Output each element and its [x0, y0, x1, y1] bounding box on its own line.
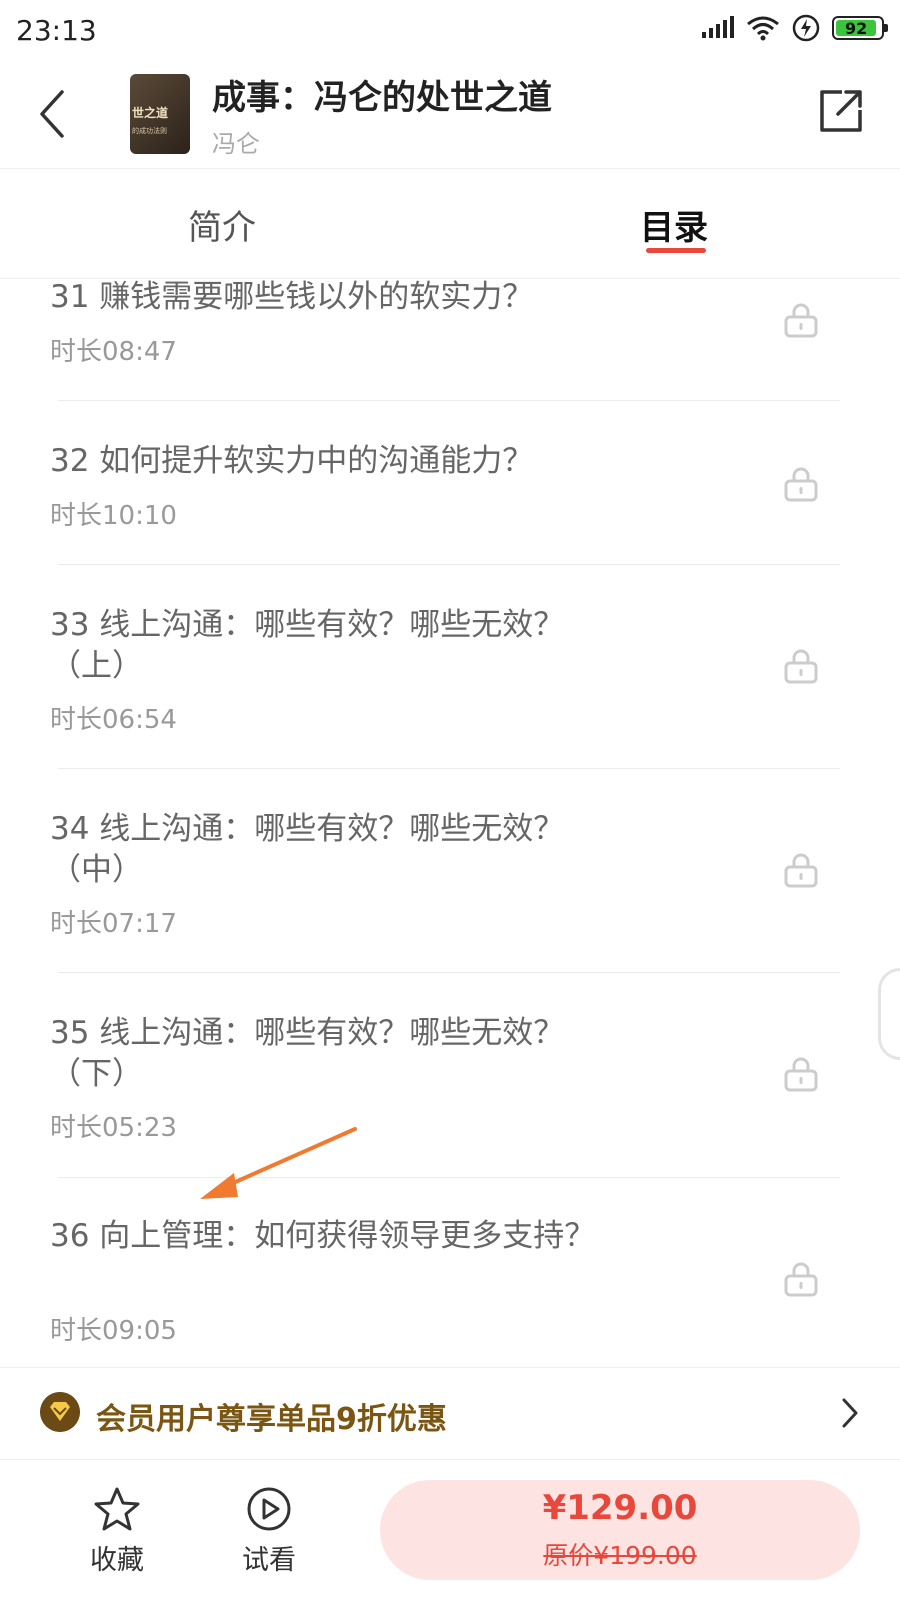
lock-icon [784, 1262, 818, 1297]
buy-button[interactable]: ¥129.00 原价¥199.00 [380, 1480, 860, 1580]
tab-intro[interactable]: 简介 [188, 200, 256, 249]
back-button[interactable] [30, 84, 74, 144]
promo-text: 会员用户尊享单品9折优惠 [96, 1402, 447, 1437]
chapter-title: 34 线上沟通：哪些有效？哪些无效？（中） [50, 811, 565, 888]
chapter-duration: 时长05:23 [50, 1113, 177, 1143]
scroll-handle[interactable] [878, 968, 900, 1060]
original-price: 原价¥199.00 [543, 1541, 697, 1570]
charging-icon [792, 14, 820, 42]
chapter-duration: 时长07:17 [50, 909, 177, 939]
member-discount-banner[interactable]: 会员用户尊享单品9折优惠 [0, 1367, 900, 1460]
chapter-item[interactable]: 32 如何提升软实力中的沟通能力？ 时长10:10 [0, 401, 900, 564]
chapter-item[interactable]: 33 线上沟通：哪些有效？哪些无效？（上） 时长06:54 [0, 565, 900, 768]
chapter-title: 33 线上沟通：哪些有效？哪些无效？（上） [50, 607, 565, 684]
trial-label: 试看 [242, 1545, 296, 1576]
tab-catalog[interactable]: 目录 [640, 200, 708, 249]
lock-icon [784, 1057, 818, 1092]
play-circle-icon [247, 1487, 291, 1531]
chapter-item[interactable]: 34 线上沟通：哪些有效？哪些无效？（中） 时长07:17 [0, 769, 900, 972]
battery-tip [884, 24, 888, 32]
book-title: 成事：冯仑的处世之道 [212, 78, 552, 118]
star-icon [94, 1487, 140, 1531]
chapter-duration: 时长09:05 [50, 1316, 177, 1346]
status-time: 23:13 [16, 14, 97, 47]
wifi-icon [747, 16, 779, 41]
favorite-label: 收藏 [90, 1545, 144, 1576]
lock-icon [784, 303, 818, 338]
trial-button[interactable]: 试看 [224, 1486, 314, 1577]
battery-level: 92 [836, 18, 877, 38]
chapter-title: 32 如何提升软实力中的沟通能力？ [50, 443, 534, 479]
chapter-item[interactable]: 35 线上沟通：哪些有效？哪些无效？（下） 时长05:23 [0, 973, 900, 1176]
signal-icon [702, 16, 734, 38]
chapter-duration: 时长06:54 [50, 705, 177, 735]
share-icon[interactable] [816, 86, 866, 136]
lock-icon [784, 467, 818, 502]
lock-icon [784, 649, 818, 684]
status-bar: 23:13 92 [0, 0, 900, 62]
favorite-button[interactable]: 收藏 [72, 1486, 162, 1577]
chapter-item[interactable]: 31 赚钱需要哪些钱以外的软实力？ 时长08:47 [0, 279, 900, 400]
cover-subtext: 的成功法则 [132, 127, 167, 135]
chapter-item[interactable]: 36 向上管理：如何获得领导更多支持？ 时长09:05 [0, 1178, 900, 1367]
chevron-right-icon [842, 1398, 858, 1428]
book-cover[interactable]: 世之道 的成功法则 [130, 74, 190, 154]
battery-text: 92 [844, 18, 868, 38]
book-header: 世之道 的成功法则 成事：冯仑的处世之道 冯仑 [0, 62, 900, 169]
lock-icon [784, 853, 818, 888]
diamond-badge-icon [40, 1392, 80, 1432]
chapter-title: 36 向上管理：如何获得领导更多支持？ [50, 1218, 596, 1254]
active-tab-indicator [646, 248, 706, 253]
chapter-duration: 时长10:10 [50, 501, 177, 531]
book-author[interactable]: 冯仑 [212, 124, 260, 159]
tab-bar: 简介 目录 [0, 168, 900, 279]
price: ¥129.00 [542, 1488, 698, 1528]
cover-text: 世之道 [132, 106, 169, 120]
bottom-action-bar: 收藏 试看 ¥129.00 原价¥199.00 [0, 1459, 900, 1601]
status-icons: 92 [700, 14, 888, 42]
battery-icon: 92 [832, 16, 888, 40]
chapter-duration: 时长08:47 [50, 337, 177, 367]
chapter-list[interactable]: 31 赚钱需要哪些钱以外的软实力？ 时长08:47 32 如何提升软实力中的沟通… [0, 279, 900, 1367]
chapter-title: 35 线上沟通：哪些有效？哪些无效？（下） [50, 1015, 565, 1092]
chapter-title: 31 赚钱需要哪些钱以外的软实力？ [50, 279, 534, 315]
